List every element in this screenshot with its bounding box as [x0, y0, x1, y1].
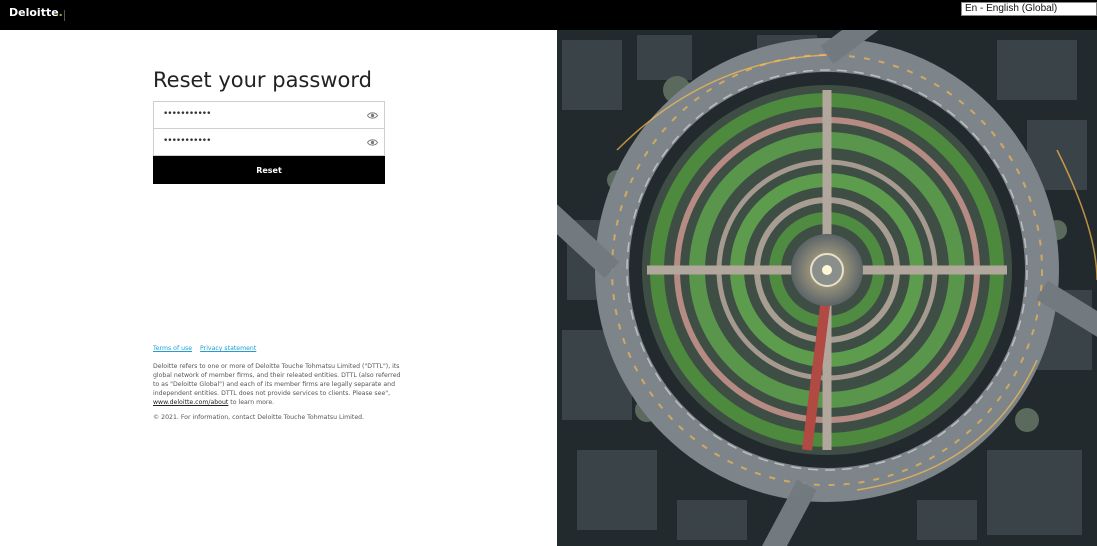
top-bar: Deloitte. En - English (Global) — [0, 0, 1097, 30]
learn-more-text: to learn more. — [230, 399, 275, 406]
eye-icon[interactable] — [367, 111, 378, 120]
language-select[interactable]: En - English (Global) — [961, 2, 1097, 16]
confirm-password-field[interactable]: ••••••••••• — [153, 128, 385, 156]
roundabout-illustration — [557, 30, 1097, 546]
brand-dot: . — [58, 6, 63, 19]
hero-aerial-roundabout-image — [557, 30, 1097, 546]
deloitte-logo[interactable]: Deloitte. — [9, 6, 63, 19]
privacy-statement-link[interactable]: Privacy statement — [200, 345, 256, 352]
reset-button[interactable]: Reset — [153, 156, 385, 184]
brand-text: Deloitte — [9, 6, 59, 19]
new-password-value: ••••••••••• — [163, 109, 211, 119]
brand-divider — [64, 10, 65, 21]
eye-icon[interactable] — [367, 138, 378, 147]
footer-links: Terms of use Privacy statement — [153, 344, 405, 353]
page-title: Reset your password — [153, 68, 372, 92]
reset-password-form: Reset your password ••••••••••• ••••••••… — [153, 68, 385, 184]
new-password-field[interactable]: ••••••••••• — [153, 101, 385, 129]
footer: Terms of use Privacy statement Deloitte … — [153, 344, 405, 428]
copyright: © 2021. For information, contact Deloitt… — [153, 414, 365, 421]
legal-disclaimer: Deloitte refers to one or more of Deloit… — [153, 362, 405, 407]
confirm-password-value: ••••••••••• — [163, 136, 211, 146]
terms-of-use-link[interactable]: Terms of use — [153, 345, 192, 352]
disclaimer-text: Deloitte refers to one or more of Deloit… — [153, 363, 401, 397]
about-link[interactable]: www.deloitte.com/about — [153, 399, 228, 406]
